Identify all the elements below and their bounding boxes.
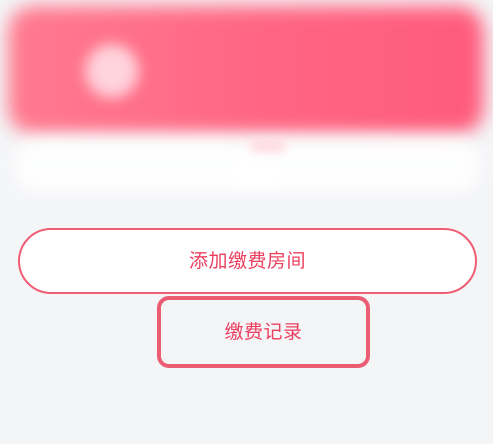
- payment-records-button[interactable]: 缴费记录: [157, 296, 370, 368]
- header-blur-band: [8, 6, 484, 134]
- avatar: [85, 44, 139, 98]
- blurred-header-card: [0, 0, 493, 200]
- header-blur-detail-top: [250, 140, 286, 152]
- header-blur-detail-bottom: [230, 160, 282, 188]
- add-payment-room-button[interactable]: 添加缴费房间: [18, 228, 477, 294]
